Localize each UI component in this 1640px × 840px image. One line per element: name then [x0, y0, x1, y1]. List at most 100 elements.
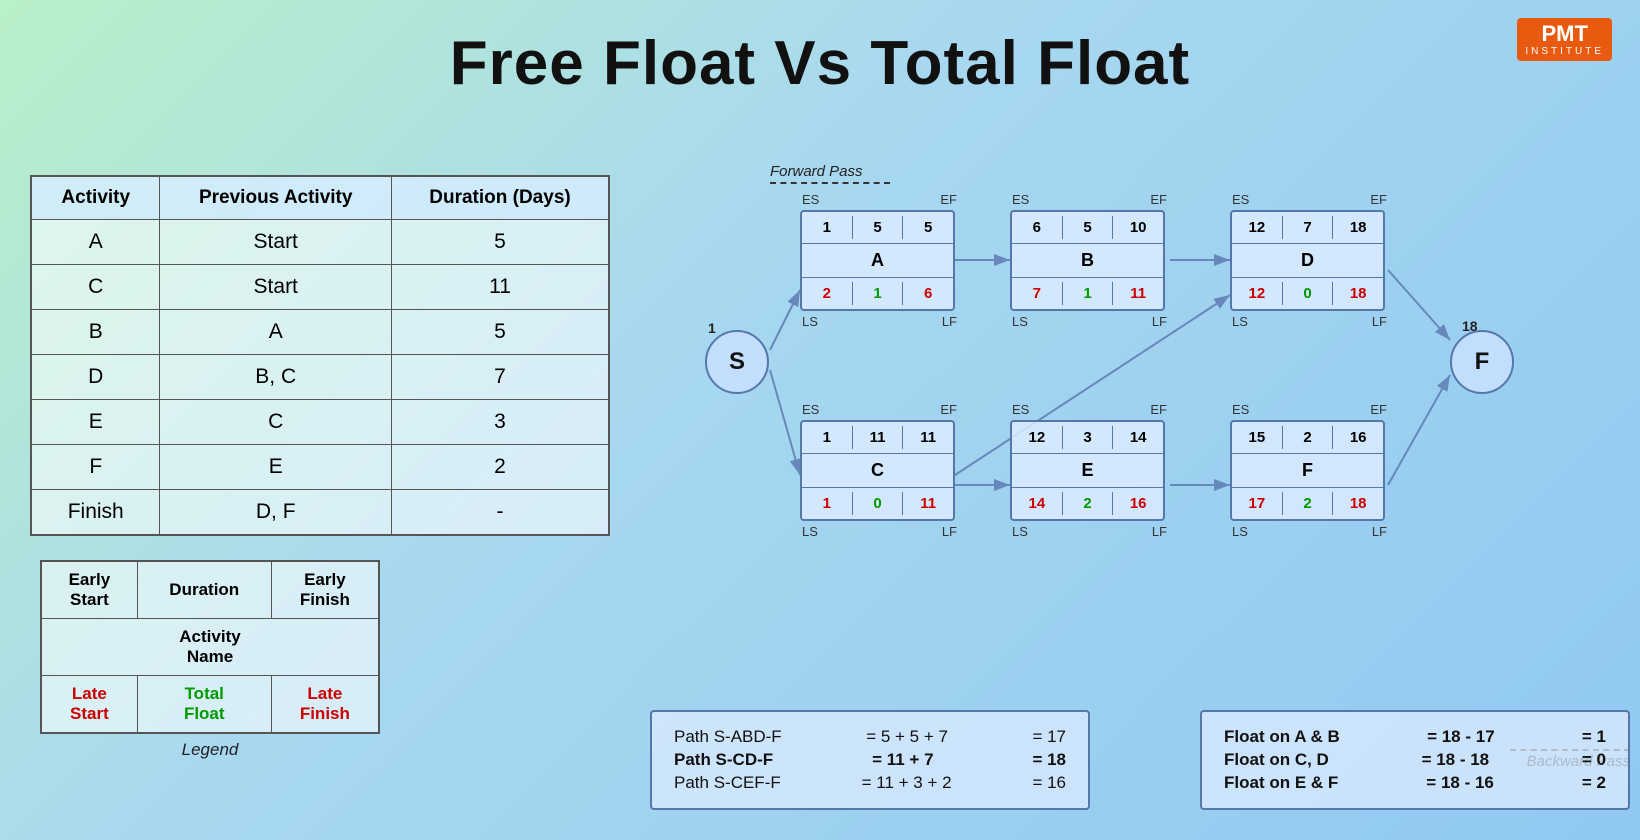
legend-duration: Duration: [137, 561, 271, 619]
legend-late-finish: LateFinish: [271, 676, 379, 734]
node-B-top-labels: ES EF: [1012, 192, 1167, 207]
table-cell: A: [160, 310, 391, 355]
node-A-es: 1: [802, 216, 852, 239]
node-C-dur: 11: [852, 426, 904, 449]
node-E-dur: 3: [1062, 426, 1114, 449]
legend-early-start: EarlyStart: [41, 561, 137, 619]
node-C: ES EF 1 11 11 C 1 0 11 LS LF: [800, 420, 955, 521]
start-label: 1: [708, 320, 716, 336]
node-A-ef: 5: [903, 216, 953, 239]
node-C-ef: 11: [903, 426, 953, 449]
node-D-top-labels: ES EF: [1232, 192, 1387, 207]
table-cell: D, F: [160, 490, 391, 536]
legend-early-finish: EarlyFinish: [271, 561, 379, 619]
table-cell: E: [160, 445, 391, 490]
finish-node: F: [1450, 330, 1514, 394]
node-D-ls: 12: [1232, 282, 1282, 305]
forward-pass-label: Forward Pass: [770, 163, 890, 184]
node-F-es: 15: [1232, 426, 1282, 449]
node-F-tf: 2: [1282, 492, 1334, 515]
node-D-ef: 18: [1333, 216, 1383, 239]
table-cell: 5: [391, 310, 609, 355]
node-E-bottom-labels: LS LF: [1012, 524, 1167, 539]
table-cell: 3: [391, 400, 609, 445]
node-C-es: 1: [802, 426, 852, 449]
table-cell: 7: [391, 355, 609, 400]
node-A-ls: 2: [802, 282, 852, 305]
node-E: ES EF 12 3 14 E 14 2 16 LS LF: [1010, 420, 1165, 521]
node-D-dur: 7: [1282, 216, 1334, 239]
legend-late-start: LateStart: [41, 676, 137, 734]
node-B-name: B: [1012, 244, 1163, 278]
node-F-ls: 17: [1232, 492, 1282, 515]
table-cell: C: [31, 265, 160, 310]
activity-table: Activity Previous Activity Duration (Day…: [30, 175, 610, 536]
table-cell: Start: [160, 265, 391, 310]
node-D: ES EF 12 7 18 D 12 0 18 LS LF: [1230, 210, 1385, 311]
node-F-bottom-labels: LS LF: [1232, 524, 1387, 539]
legend-total-float: TotalFloat: [137, 676, 271, 734]
node-C-ls: 1: [802, 492, 852, 515]
table-cell: F: [31, 445, 160, 490]
path-calculations-box: Path S-ABD-F= 5 + 5 + 7= 17 Path S-CD-F= …: [650, 710, 1090, 810]
table-cell: 5: [391, 220, 609, 265]
node-E-name: E: [1012, 454, 1163, 488]
table-cell: -: [391, 490, 609, 536]
path-row: Path S-ABD-F= 5 + 5 + 7= 17: [674, 727, 1066, 747]
main-content: Activity Previous Activity Duration (Day…: [0, 155, 1640, 840]
node-A-top-labels: ES EF: [802, 192, 957, 207]
left-panel: Activity Previous Activity Duration (Day…: [0, 155, 640, 840]
legend-activity-name: ActivityName: [41, 619, 379, 676]
table-cell: B: [31, 310, 160, 355]
node-A-bottom-labels: LS LF: [802, 314, 957, 329]
node-C-name: C: [802, 454, 953, 488]
node-A-lf: 6: [903, 282, 953, 305]
node-E-top-labels: ES EF: [1012, 402, 1167, 417]
node-F-lf: 18: [1333, 492, 1383, 515]
legend-table: EarlyStart Duration EarlyFinish Activity…: [40, 560, 380, 734]
node-E-ls: 14: [1012, 492, 1062, 515]
float-results-box: Float on A & B= 18 - 17= 1 Float on C, D=…: [1200, 710, 1630, 810]
node-E-lf: 16: [1113, 492, 1163, 515]
node-D-es: 12: [1232, 216, 1282, 239]
node-A-tf: 1: [852, 282, 904, 305]
float-row: Float on A & B= 18 - 17= 1: [1224, 727, 1606, 747]
table-cell: Finish: [31, 490, 160, 536]
node-B: ES EF 6 5 10 B 7 1 11 LS LF: [1010, 210, 1165, 311]
node-B-ef: 10: [1113, 216, 1163, 239]
table-cell: C: [160, 400, 391, 445]
node-A-name: A: [802, 244, 953, 278]
node-C-lf: 11: [903, 492, 953, 515]
node-B-tf: 1: [1062, 282, 1114, 305]
table-cell: 11: [391, 265, 609, 310]
node-B-dur: 5: [1062, 216, 1114, 239]
table-cell: E: [31, 400, 160, 445]
right-panel: Forward Pass: [640, 155, 1640, 840]
node-A-dur: 5: [852, 216, 904, 239]
node-E-ef: 14: [1113, 426, 1163, 449]
finish-value: 18: [1462, 318, 1478, 334]
node-A: ES EF 1 5 5 A 2 1 6 LS LF: [800, 210, 955, 311]
col-header-activity: Activity: [31, 176, 160, 220]
node-F-name: F: [1232, 454, 1383, 488]
node-D-lf: 18: [1333, 282, 1383, 305]
node-F-dur: 2: [1282, 426, 1334, 449]
node-D-name: D: [1232, 244, 1383, 278]
pmt-logo: PMT INSTITUTE: [1517, 18, 1612, 61]
node-C-bottom-labels: LS LF: [802, 524, 957, 539]
node-F-activity: ES EF 15 2 16 F 17 2 18 LS LF: [1230, 420, 1385, 521]
path-row: Path S-CEF-F= 11 + 3 + 2= 16: [674, 773, 1066, 793]
node-C-tf: 0: [852, 492, 904, 515]
node-B-ls: 7: [1012, 282, 1062, 305]
page-title: Free Float Vs Total Float: [0, 0, 1640, 99]
node-F-ef: 16: [1333, 426, 1383, 449]
node-F-top-labels: ES EF: [1232, 402, 1387, 417]
col-header-dur: Duration (Days): [391, 176, 609, 220]
node-B-lf: 11: [1113, 282, 1163, 305]
node-D-bottom-labels: LS LF: [1232, 314, 1387, 329]
table-cell: D: [31, 355, 160, 400]
legend-label: Legend: [40, 740, 380, 760]
node-B-es: 6: [1012, 216, 1062, 239]
float-row: Float on C, D= 18 - 18= 0: [1224, 750, 1606, 770]
path-row: Path S-CD-F= 11 + 7= 18: [674, 750, 1066, 770]
